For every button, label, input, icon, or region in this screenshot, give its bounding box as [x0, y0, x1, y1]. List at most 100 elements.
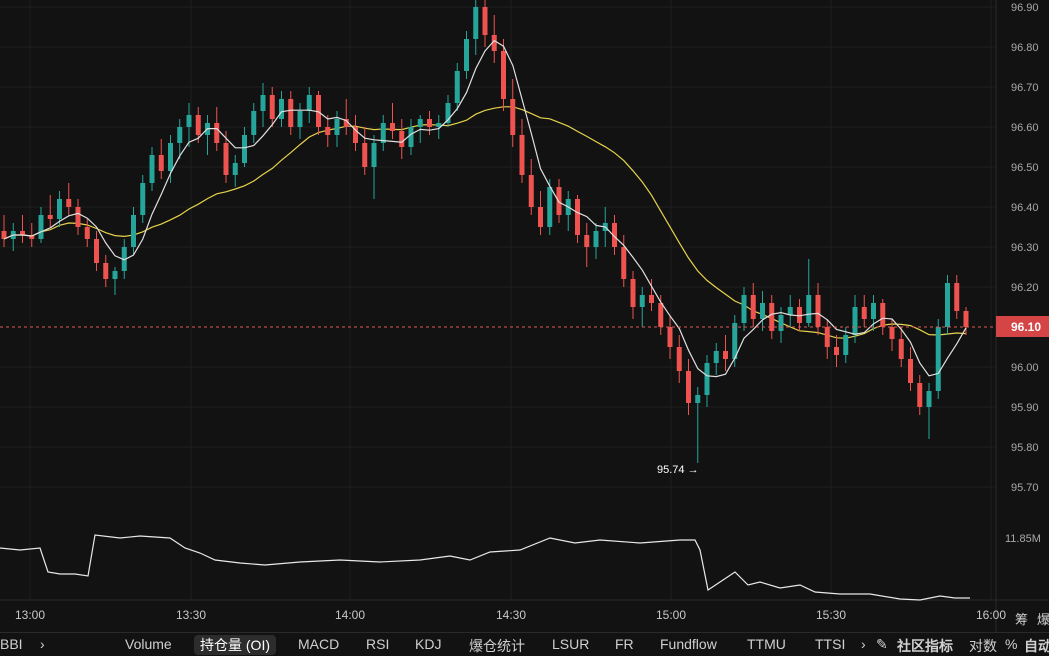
time-tick-label: 16:00	[976, 608, 1006, 622]
tab-fundflow[interactable]: Fundflow	[660, 636, 717, 652]
price-tick-label: 96.70	[1011, 82, 1039, 94]
tab-lsur[interactable]: LSUR	[552, 636, 589, 652]
candle-body	[889, 327, 895, 339]
chevron-left-icon[interactable]: ›	[40, 636, 45, 652]
candle-body	[168, 143, 173, 171]
candle-body	[898, 339, 904, 359]
candle-body	[232, 163, 238, 175]
price-tick-label: 96.50	[1011, 162, 1039, 174]
tab-volume[interactable]: Volume	[125, 636, 172, 652]
candle-body	[269, 95, 275, 119]
candle-body	[214, 123, 220, 143]
candle-body	[519, 135, 525, 175]
tab-rsi[interactable]: RSI	[366, 636, 389, 652]
community-indicators-link[interactable]: 社区指标	[897, 636, 953, 656]
candle-body	[695, 395, 701, 403]
candle-body	[112, 271, 118, 279]
price-tick-label: 95.90	[1011, 402, 1039, 414]
candle-body	[843, 335, 849, 355]
auto-scale-toggle[interactable]: 自动	[1024, 636, 1049, 656]
price-tick-label: 96.90	[1011, 2, 1039, 14]
candle-body	[723, 351, 728, 359]
candle-body	[57, 199, 62, 219]
tab-ttsi[interactable]: TTSI	[815, 636, 845, 652]
candle-body	[834, 347, 839, 355]
percent-scale-toggle[interactable]: %	[1005, 636, 1017, 652]
candle-body	[288, 99, 294, 127]
candle-body	[242, 135, 247, 163]
candle-body	[427, 119, 432, 127]
candle-body	[390, 123, 395, 131]
candle-body	[871, 303, 876, 319]
candle-body	[630, 279, 636, 307]
candle-body	[140, 183, 146, 215]
candle-body	[547, 187, 553, 227]
tab-fr[interactable]: FR	[615, 636, 634, 652]
price-tick-label: 95.80	[1011, 442, 1039, 454]
candle-body	[38, 215, 44, 239]
candle-body	[593, 231, 599, 247]
candle-body	[639, 295, 645, 307]
tab-open-interest[interactable]: 持仓量 (OI)	[194, 635, 276, 655]
candle-body	[408, 127, 414, 147]
candle-body	[177, 127, 183, 143]
candle-body	[954, 283, 960, 311]
log-scale-toggle[interactable]: 对数	[969, 636, 997, 656]
candle-body	[538, 207, 543, 227]
time-tick-label: 13:30	[176, 608, 206, 622]
candle-body	[75, 207, 81, 227]
tab-macd[interactable]: MACD	[298, 636, 339, 652]
candle-body	[47, 215, 53, 219]
tab-liquidation-stats[interactable]: 爆仓统计	[469, 636, 525, 656]
candle-body	[806, 295, 812, 323]
candle-body	[676, 347, 682, 371]
current-price-badge: 96.10	[996, 316, 1049, 337]
chart-canvas[interactable]: 96.90 96.80 96.70 96.60 96.50 96.40 96.30 96.20…	[0, 0, 1049, 632]
price-tick-label: 96.40	[1011, 202, 1039, 214]
candle-body	[713, 351, 719, 363]
candle-body	[362, 143, 368, 167]
candle-body	[186, 115, 192, 127]
candle-body	[279, 99, 284, 119]
chip-distribution-icon[interactable]: 筹	[1015, 609, 1028, 628]
candle-body	[528, 175, 534, 207]
candle-body	[223, 143, 229, 175]
tab-ttmu[interactable]: TTMU	[747, 636, 786, 652]
price-tick-label: 96.60	[1011, 122, 1039, 134]
candle-body	[852, 307, 858, 335]
edit-icon[interactable]: ✎	[876, 636, 888, 653]
tab-bbi[interactable]: BBI	[0, 636, 23, 652]
candle-body	[880, 303, 886, 327]
low-price-marker: 95.74 →	[657, 464, 699, 476]
candle-body	[501, 51, 506, 99]
candle-body	[908, 359, 913, 383]
candle-body	[251, 111, 257, 135]
candle-body	[750, 295, 756, 319]
tab-kdj[interactable]: KDJ	[415, 636, 441, 652]
liquidation-icon[interactable]: 爆	[1037, 609, 1049, 628]
oi-axis-label: 11.85M	[1005, 533, 1041, 545]
candle-body	[195, 115, 201, 135]
chevron-right-icon[interactable]: ›	[861, 636, 866, 652]
candle-body	[778, 315, 784, 331]
candle-body	[94, 239, 99, 263]
candle-body	[760, 303, 765, 319]
candle-body	[66, 199, 72, 207]
current-price-value: 96.10	[1011, 320, 1041, 334]
candle-body	[417, 119, 423, 127]
time-tick-label: 14:30	[496, 608, 526, 622]
candle-body	[945, 283, 950, 327]
price-tick-label: 96.00	[1011, 362, 1039, 374]
candle-body	[861, 307, 867, 319]
candle-body	[371, 143, 377, 167]
time-tick-label: 13:00	[15, 608, 45, 622]
candle-body	[482, 7, 488, 35]
candle-body	[667, 327, 673, 347]
candle-body	[741, 295, 747, 323]
candle-body	[621, 247, 627, 279]
price-tick-label: 95.70	[1011, 482, 1039, 494]
candle-body	[787, 307, 793, 315]
candle-body	[260, 95, 266, 111]
time-tick-label: 15:30	[816, 608, 846, 622]
candle-body	[306, 95, 312, 111]
